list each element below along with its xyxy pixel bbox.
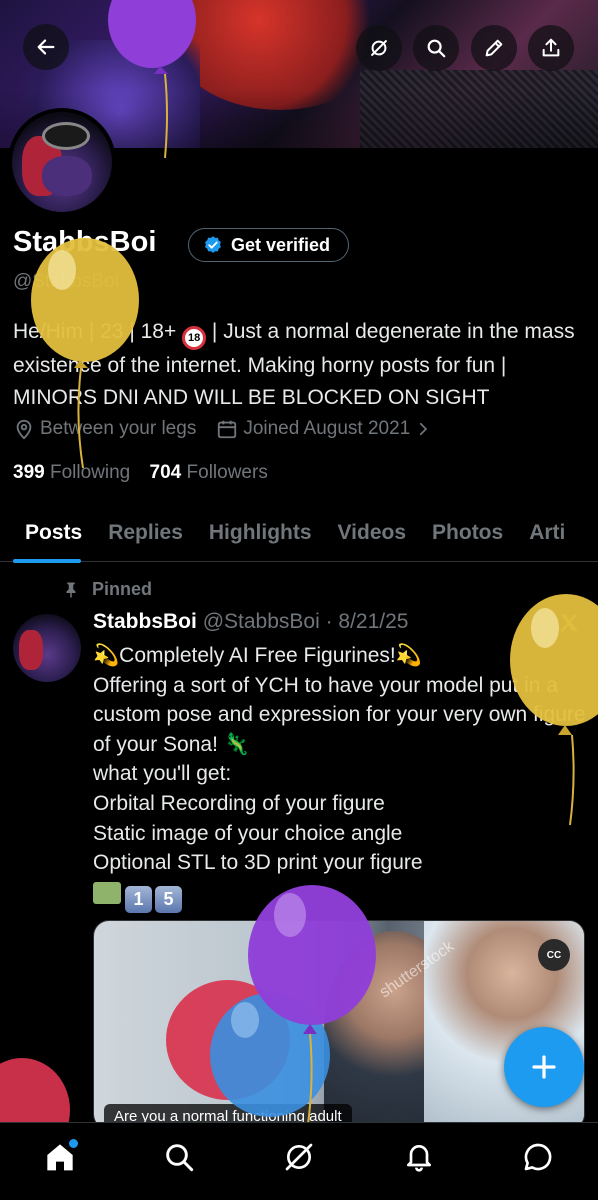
- location-item: Between your legs: [13, 418, 196, 440]
- search-icon: [427, 39, 446, 58]
- chevron-right-icon: [420, 422, 428, 436]
- tab-highlights[interactable]: Highlights: [196, 504, 325, 562]
- post-handle-date: @StabbsBoi · 8/21/25: [202, 610, 409, 633]
- bio-text-start: He/Him | 23 | 18+: [13, 320, 183, 343]
- closed-captions-button[interactable]: CC: [538, 939, 570, 971]
- following-count: 399: [13, 462, 45, 483]
- post-line-static: Static image of your choice angle: [93, 821, 403, 845]
- get-verified-button[interactable]: Get verified: [188, 228, 350, 262]
- pinned-indicator: Pinned: [62, 579, 152, 600]
- following-label: Following: [49, 462, 131, 483]
- profile-meta: Between your legs Joined August 2021: [13, 418, 457, 440]
- following-link[interactable]: 399 Following: [13, 462, 130, 483]
- pin-icon: [66, 582, 76, 597]
- edit-button[interactable]: [471, 25, 517, 71]
- tab-posts[interactable]: Posts: [0, 504, 95, 563]
- pinned-label: Pinned: [92, 579, 153, 599]
- tab-articles[interactable]: Arti: [516, 504, 578, 562]
- tab-photos[interactable]: Photos: [419, 504, 516, 562]
- nav-notifications[interactable]: [389, 1127, 449, 1187]
- keycap-digit-1: 1: [125, 885, 152, 913]
- post-header: StabbsBoi @StabbsBoi · 8/21/25: [93, 610, 408, 634]
- post-line-what: what you'll get:: [93, 762, 232, 786]
- post-author-name[interactable]: StabbsBoi: [93, 610, 197, 633]
- grok-icon: [371, 40, 387, 56]
- arrow-left-icon: [37, 39, 55, 55]
- post-price-line: 15: [93, 880, 588, 913]
- money-wings-icon: [93, 881, 121, 904]
- display-name: StabbsBoi: [13, 226, 157, 258]
- profile-avatar[interactable]: [8, 108, 116, 216]
- location-text: Between your legs: [40, 418, 197, 439]
- bottom-nav: [0, 1122, 598, 1200]
- plus-icon: [532, 1055, 556, 1079]
- post-line-title: 💫Completely AI Free Figurines!💫: [93, 644, 422, 667]
- notification-dot: [68, 1138, 78, 1148]
- share-icon: [542, 38, 560, 57]
- back-button[interactable]: [23, 24, 69, 70]
- post-media-video[interactable]: shutterstock CC Are you a normal functio…: [93, 920, 585, 1130]
- calendar-icon: [218, 420, 237, 439]
- tab-replies[interactable]: Replies: [95, 504, 196, 562]
- post-author-avatar[interactable]: [13, 614, 81, 682]
- edit-icon: [485, 39, 503, 57]
- followers-label: Followers: [186, 462, 268, 483]
- follow-stats: 399 Following 704 Followers: [13, 462, 268, 484]
- post-text: 💫Completely AI Free Figurines!💫 Offering…: [93, 641, 588, 913]
- nav-messages[interactable]: [508, 1127, 568, 1187]
- nav-grok[interactable]: [269, 1127, 329, 1187]
- search-button[interactable]: [413, 25, 459, 71]
- location-pin-icon: [16, 419, 32, 440]
- profile-bio: He/Him | 23 | 18+ 18 | Just a normal deg…: [13, 316, 588, 413]
- profile-handle: @StabbsBoi: [13, 271, 119, 292]
- grok-icon: [285, 1143, 313, 1170]
- verified-badge-icon: [205, 236, 221, 253]
- compose-post-button[interactable]: [504, 1027, 584, 1107]
- grok-button[interactable]: [356, 25, 402, 71]
- bell-icon: [406, 1144, 431, 1172]
- messages-icon: [524, 1143, 552, 1170]
- post-line-offer: Offering a sort of YCH to have your mode…: [93, 673, 586, 756]
- nav-home[interactable]: [30, 1127, 90, 1187]
- post-line-stl: Optional STL to 3D print your figure: [93, 851, 423, 875]
- followers-link[interactable]: 704 Followers: [150, 462, 268, 483]
- nav-search[interactable]: [149, 1127, 209, 1187]
- post-line-orbital: Orbital Recording of your figure: [93, 791, 385, 815]
- search-icon: [166, 1143, 194, 1171]
- tab-videos[interactable]: Videos: [325, 504, 419, 562]
- joined-text: Joined August 2021: [243, 418, 411, 439]
- get-verified-label: Get verified: [231, 234, 331, 255]
- x-logo-icon[interactable]: [558, 612, 580, 634]
- keycap-digit-5: 5: [155, 885, 182, 913]
- share-button[interactable]: [528, 25, 574, 71]
- profile-tabs: Posts Replies Highlights Videos Photos A…: [0, 504, 598, 563]
- no-under-18-icon: 18: [182, 326, 207, 350]
- followers-count: 704: [149, 462, 182, 483]
- joined-item[interactable]: Joined August 2021: [216, 418, 437, 440]
